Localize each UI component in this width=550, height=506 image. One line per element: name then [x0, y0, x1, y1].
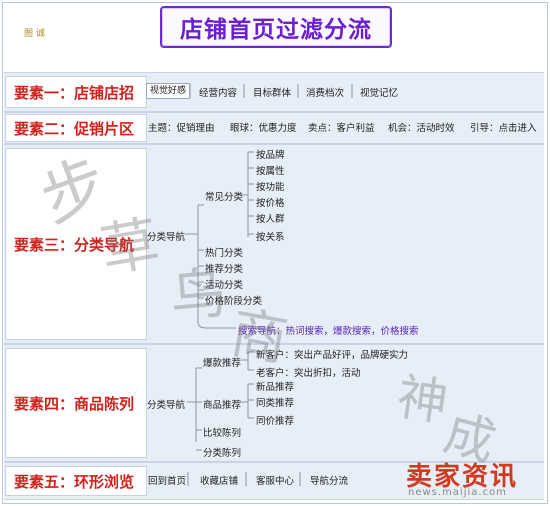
watermark-char: 神 [393, 367, 452, 433]
promo-item-eyecatch: 眼球：优惠力度 [230, 123, 297, 134]
nav-item: 按人群 [256, 214, 285, 225]
display-rec: 商品推荐 [203, 400, 242, 411]
display-rec-item: 新品推荐 [256, 382, 295, 393]
display-root: 分类导航 [147, 400, 186, 411]
site-logo: 卖家资讯 news.maijia.com [400, 456, 546, 502]
loop-item-home: 回到首页 [148, 476, 187, 487]
item-target-group: 目标群体 [253, 88, 292, 99]
display-compare: 比较陈列 [203, 428, 242, 439]
promo-item-selling-point: 卖点：客户利益 [308, 123, 375, 134]
display-rec-item: 同价推荐 [256, 416, 295, 427]
loop-item-nav: 导航分流 [310, 476, 349, 487]
watermark-char: 鸟 [167, 260, 230, 331]
loop-item-service: 客服中心 [256, 476, 295, 487]
promo-item-opportunity: 机会：活动时效 [388, 123, 455, 134]
nav-item: 按关系 [256, 232, 285, 243]
promo-item-guide: 引导：点击进入 [470, 123, 537, 134]
chip-visual-appeal: 视觉好感 [146, 83, 191, 99]
item-consumption-level: 消费档次 [306, 88, 345, 99]
display-rec-item: 同类推荐 [256, 398, 295, 409]
nav-common-group: 常见分类 [205, 192, 244, 203]
nav-item: 按品牌 [256, 150, 285, 161]
nav-item: 按属性 [256, 166, 285, 177]
item-business-content: 经营内容 [199, 88, 238, 99]
nav-item: 按功能 [256, 182, 285, 193]
nav-item: 按价格 [256, 198, 285, 209]
promo-item-theme: 主题：促销理由 [148, 123, 215, 134]
item-visual-memory: 视觉记忆 [360, 88, 399, 99]
loop-item-favorite: 收藏店铺 [200, 476, 239, 487]
logo-url: news.maijia.com [408, 487, 507, 498]
display-category: 分类陈列 [203, 448, 242, 459]
